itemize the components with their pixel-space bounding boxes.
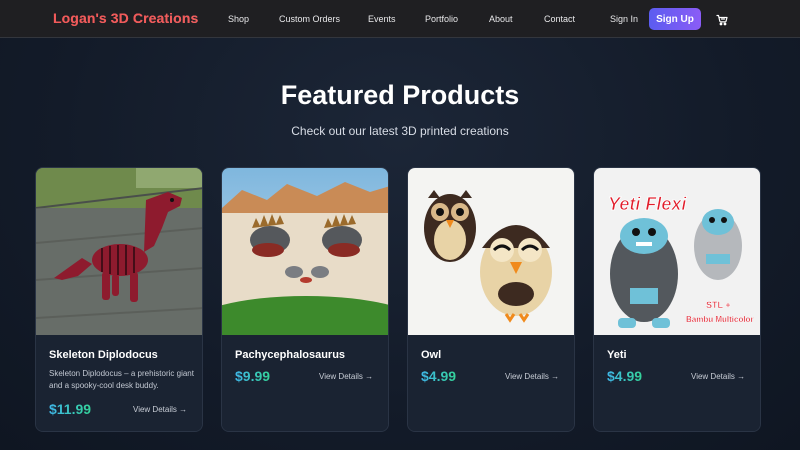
sign-in-link[interactable]: Sign In [610, 14, 638, 24]
product-price: $4.99 [607, 368, 643, 384]
product-card-body: Skeleton Diplodocus Skeleton Diplodocus … [36, 335, 202, 431]
product-image-yeti[interactable]: Yeti Flexi STL + Bambu Multicolor [594, 168, 760, 335]
view-details-link[interactable]: View Details → [691, 372, 745, 381]
nav-link-events[interactable]: Events [368, 14, 396, 24]
product-name: Skeleton Diplodocus [49, 349, 158, 361]
product-card-owl[interactable]: Owl $4.99 View Details → [407, 167, 575, 432]
product-price: $11.99 [49, 401, 92, 417]
product-card-pachycephalosaurus[interactable]: Pachycephalosaurus $9.99 View Details → [221, 167, 389, 432]
top-navbar: Logan's 3D Creations Shop Custom Orders … [0, 0, 800, 38]
nav-link-shop[interactable]: Shop [228, 14, 249, 24]
nav-link-contact[interactable]: Contact [544, 14, 575, 24]
nav-link-about[interactable]: About [489, 14, 513, 24]
product-price: $9.99 [235, 368, 271, 384]
svg-text:Yeti Flexi: Yeti Flexi [608, 194, 687, 214]
product-image-pachycephalosaurus[interactable] [222, 168, 388, 335]
view-details-link[interactable]: View Details → [133, 405, 187, 414]
product-card-yeti[interactable]: Yeti Flexi STL + Bambu Multicolor Yeti $… [593, 167, 761, 432]
product-name: Pachycephalosaurus [235, 349, 346, 361]
product-card-skeleton-diplodocus[interactable]: Skeleton Diplodocus Skeleton Diplodocus … [35, 167, 203, 432]
view-details-link[interactable]: View Details → [319, 372, 373, 381]
product-card-body: Pachycephalosaurus $9.99 View Details → [222, 335, 388, 431]
product-card-body: Owl $4.99 View Details → [408, 335, 574, 431]
view-details-link[interactable]: View Details → [505, 372, 559, 381]
sign-up-button[interactable]: Sign Up [649, 8, 701, 30]
product-name: Owl [421, 349, 442, 361]
product-name: Yeti [607, 349, 627, 361]
product-description: Skeleton Diplodocus – a prehistoric gian… [49, 369, 194, 390]
page-title: Featured Products [280, 80, 520, 110]
cart-icon[interactable] [716, 13, 728, 26]
svg-text:STL +: STL + [706, 300, 731, 310]
product-card-body: Yeti $4.99 View Details → [594, 335, 760, 431]
svg-text:Bambu Multicolor: Bambu Multicolor [686, 315, 754, 324]
product-image-skeleton-diplodocus[interactable] [36, 168, 202, 335]
nav-link-portfolio[interactable]: Portfolio [425, 14, 458, 24]
product-price: $4.99 [421, 368, 457, 384]
nav-link-custom-orders[interactable]: Custom Orders [279, 14, 340, 24]
product-image-owl[interactable] [408, 168, 574, 335]
page-subtitle: Check out our latest 3D printed creation… [291, 124, 509, 138]
